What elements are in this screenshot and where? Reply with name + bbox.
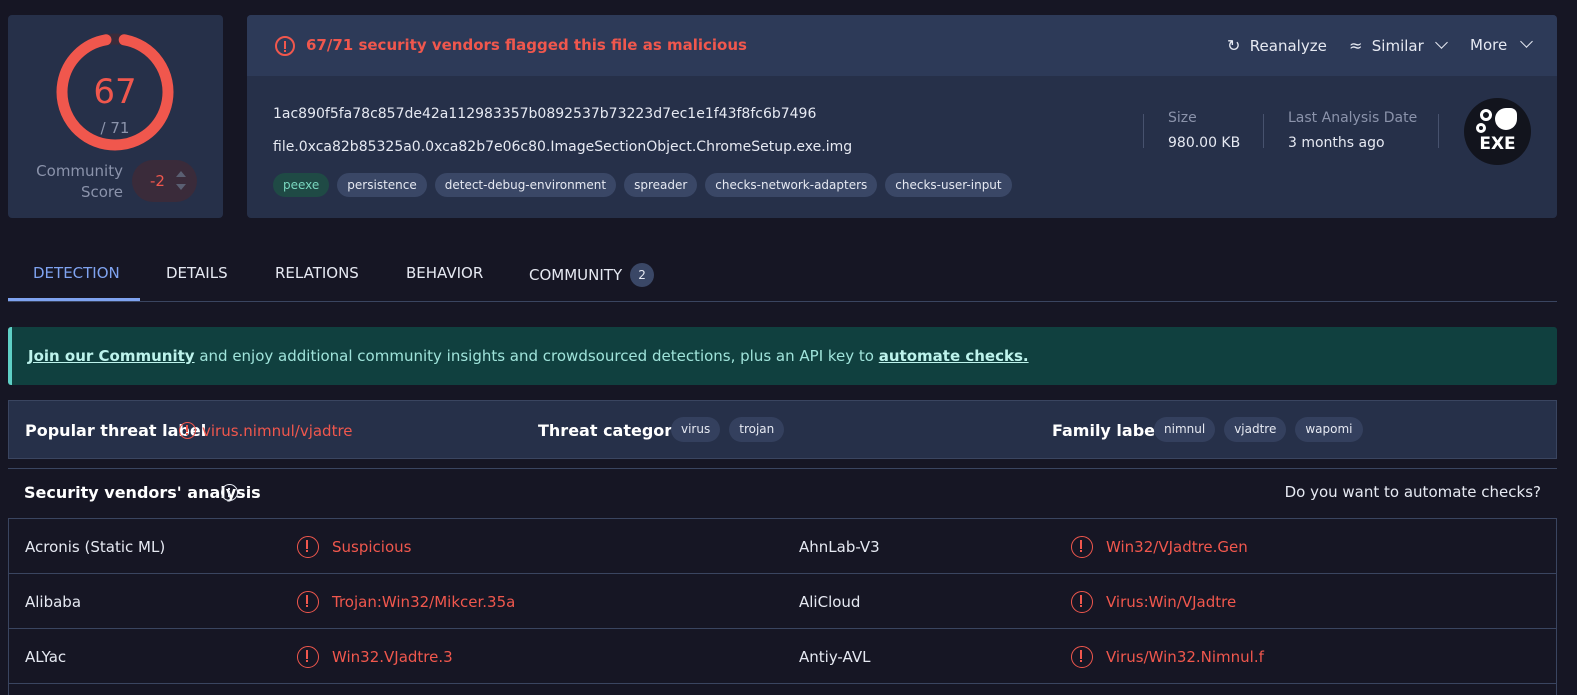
popular-threat-label-value[interactable]: virus.nimnul/vjadtre bbox=[202, 422, 353, 440]
gear-icon bbox=[1480, 109, 1492, 121]
category-chip[interactable]: trojan bbox=[729, 417, 785, 442]
tab-detection[interactable]: DETECTION bbox=[33, 264, 120, 282]
file-tags: peexe persistence detect-debug-environme… bbox=[273, 173, 1012, 197]
vendor-name: Alibaba bbox=[25, 593, 82, 611]
vendor-name: ALYac bbox=[25, 648, 67, 666]
vendor-name: Acronis (Static ML) bbox=[25, 538, 166, 556]
reanalyze-button[interactable]: ↻ Reanalyze bbox=[1227, 36, 1327, 55]
tag-checks-user-input[interactable]: checks-user-input bbox=[885, 173, 1012, 197]
tab-bar: DETECTION DETAILS RELATIONS BEHAVIOR COM… bbox=[8, 246, 1557, 302]
last-analysis-value: 3 months ago bbox=[1288, 135, 1385, 151]
tab-relations[interactable]: RELATIONS bbox=[275, 264, 359, 282]
chevron-down-icon bbox=[1434, 36, 1448, 49]
community-banner: Join our Community and enjoy additional … bbox=[8, 327, 1557, 385]
family-chip[interactable]: wapomi bbox=[1295, 417, 1363, 442]
tag-checks-network-adapters[interactable]: checks-network-adapters bbox=[705, 173, 878, 197]
vendor-result: Suspicious bbox=[332, 538, 412, 556]
size-value: 980.00 KB bbox=[1168, 135, 1241, 151]
last-analysis-label: Last Analysis Date bbox=[1288, 110, 1418, 126]
alert-icon bbox=[1071, 591, 1093, 613]
community-label-line2: Score bbox=[80, 183, 123, 201]
family-labels-title: Family labels bbox=[1052, 421, 1171, 440]
alert-icon bbox=[179, 422, 196, 439]
vendor-result: Virus:Win/VJadtre bbox=[1106, 593, 1237, 611]
table-row: ALYac Win32.VJadtre.3 Antiy-AVL Virus/Wi… bbox=[9, 629, 1556, 684]
join-community-link[interactable]: Join our Community bbox=[28, 347, 195, 365]
divider bbox=[1143, 114, 1144, 148]
file-type-label: EXE bbox=[1479, 134, 1516, 154]
detected-count: 67 bbox=[93, 72, 137, 112]
category-chip[interactable]: virus bbox=[671, 417, 721, 442]
tag-persistence[interactable]: persistence bbox=[337, 173, 427, 197]
automate-checks-prompt[interactable]: Do you want to automate checks? bbox=[1285, 483, 1541, 501]
vendor-name: AliCloud bbox=[799, 593, 861, 611]
alert-icon bbox=[297, 646, 319, 668]
vote-up-icon[interactable] bbox=[176, 171, 186, 177]
blob-shape bbox=[1495, 108, 1517, 130]
alert-icon bbox=[275, 36, 295, 56]
vote-down-icon[interactable] bbox=[176, 184, 186, 190]
tab-community-label: COMMUNITY bbox=[529, 266, 623, 284]
family-chip[interactable]: vjadtre bbox=[1224, 417, 1287, 442]
divider bbox=[1263, 114, 1264, 148]
tag-spreader[interactable]: spreader bbox=[624, 173, 698, 197]
family-chip[interactable]: nimnul bbox=[1154, 417, 1216, 442]
more-button[interactable]: More bbox=[1470, 35, 1533, 54]
vendor-result: Virus/Win32.Nimnul.f bbox=[1106, 648, 1264, 666]
banner-message: and enjoy additional community insights … bbox=[194, 347, 879, 365]
refresh-icon: ↻ bbox=[1227, 36, 1241, 55]
threat-categories: virus trojan bbox=[671, 417, 785, 442]
table-row: Alibaba Trojan:Win32/Mikcer.35a AliCloud… bbox=[9, 574, 1556, 629]
community-label-line1: Community bbox=[36, 162, 123, 180]
vendors-table: Acronis (Static ML) Suspicious AhnLab-V3… bbox=[8, 518, 1557, 695]
alert-icon bbox=[297, 536, 319, 558]
automate-checks-link[interactable]: automate checks. bbox=[879, 347, 1029, 365]
reanalyze-label: Reanalyze bbox=[1249, 37, 1327, 55]
threat-labels-row: Popular threat label virus.nimnul/vjadtr… bbox=[8, 400, 1557, 459]
vendors-analysis-header: Security vendors' analysis Do you want t… bbox=[8, 468, 1557, 518]
alert-icon bbox=[1071, 646, 1093, 668]
tab-community[interactable]: COMMUNITY 2 bbox=[529, 263, 655, 288]
size-label: Size bbox=[1168, 110, 1197, 126]
info-icon[interactable] bbox=[221, 484, 238, 501]
community-score-widget: -2 bbox=[132, 160, 197, 202]
community-score-value: -2 bbox=[150, 172, 165, 190]
file-hash[interactable]: 1ac890f5fa78c857de42a112983357b0892537b7… bbox=[273, 106, 816, 122]
divider bbox=[1438, 114, 1439, 148]
similar-button[interactable]: ≈ Similar bbox=[1349, 36, 1448, 55]
similar-icon: ≈ bbox=[1349, 36, 1363, 55]
similar-label: Similar bbox=[1371, 37, 1424, 55]
tab-details[interactable]: DETAILS bbox=[166, 264, 228, 282]
vendor-result: Trojan:Win32/Mikcer.35a bbox=[332, 593, 516, 611]
vendor-name: Antiy-AVL bbox=[799, 648, 871, 666]
chevron-down-icon bbox=[1520, 35, 1533, 48]
tag-detect-debug-environment[interactable]: detect-debug-environment bbox=[434, 173, 617, 197]
more-label: More bbox=[1470, 36, 1508, 54]
banner-text: Join our Community and enjoy additional … bbox=[28, 347, 1029, 365]
file-summary-card: 67/71 security vendors flagged this file… bbox=[247, 15, 1557, 218]
detection-score-card: 67 / 71 Community Score -2 bbox=[8, 15, 223, 218]
community-count-badge: 2 bbox=[630, 263, 655, 287]
vendor-result: Win32.VJadtre.3 bbox=[332, 648, 453, 666]
alert-icon bbox=[297, 591, 319, 613]
gear-icon bbox=[1476, 123, 1486, 133]
community-score-label: Community Score bbox=[28, 161, 123, 203]
family-labels: nimnul vjadtre wapomi bbox=[1154, 417, 1363, 442]
alert-icon bbox=[1071, 536, 1093, 558]
vendor-name: AhnLab-V3 bbox=[799, 538, 880, 556]
exe-file-type-icon: EXE bbox=[1464, 98, 1531, 165]
file-name: file.0xca82b85325a0.0xca82b7e06c80.Image… bbox=[273, 139, 853, 155]
vendor-result: Win32/VJadtre.Gen bbox=[1106, 538, 1248, 556]
detection-gauge: 67 / 71 bbox=[54, 31, 176, 153]
file-alert-header: 67/71 security vendors flagged this file… bbox=[247, 15, 1557, 76]
table-row: Acronis (Static ML) Suspicious AhnLab-V3… bbox=[9, 519, 1556, 574]
malicious-alert-text: 67/71 security vendors flagged this file… bbox=[306, 36, 747, 54]
total-count: / 71 bbox=[100, 119, 130, 137]
active-tab-indicator bbox=[8, 298, 140, 301]
tab-behavior[interactable]: BEHAVIOR bbox=[406, 264, 483, 282]
tag-peexe[interactable]: peexe bbox=[273, 173, 330, 197]
